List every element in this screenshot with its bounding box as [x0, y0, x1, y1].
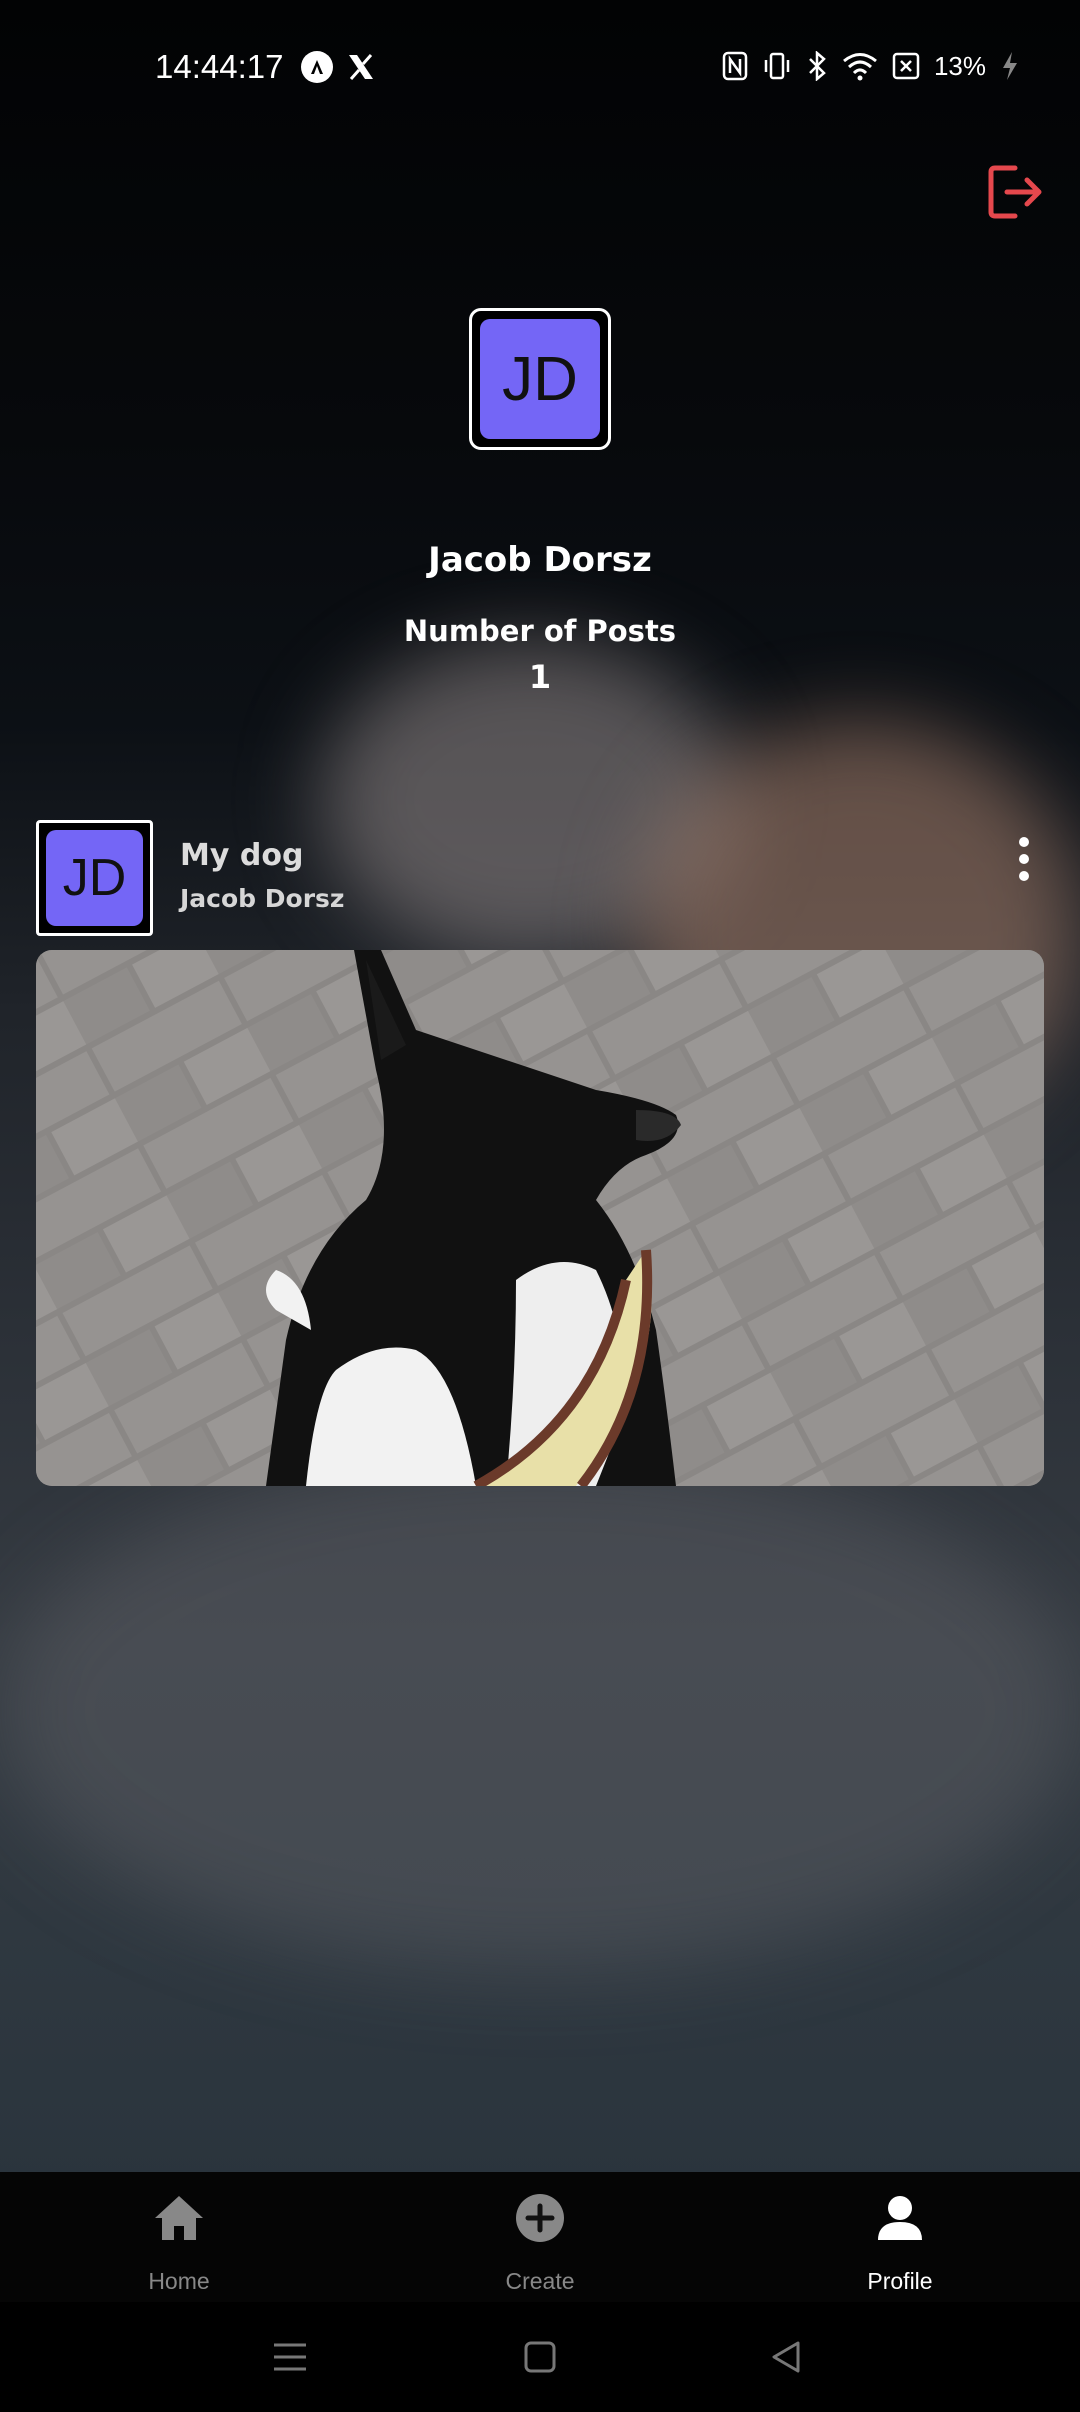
system-navigation-bar	[0, 2302, 1080, 2412]
no-sim-icon	[892, 52, 920, 80]
post-title: My dog	[180, 838, 304, 873]
status-bar: 14:44:17 13%	[0, 0, 1080, 138]
background-cloud	[0, 1450, 1080, 1970]
notification-app-icon	[301, 51, 333, 83]
profile-name: Jacob Dorsz	[428, 540, 652, 580]
home-icon	[155, 2196, 203, 2240]
post-author: Jacob Dorsz	[180, 884, 345, 913]
posts-count-value: 1	[528, 658, 552, 696]
post-author-avatar-initials: JD	[46, 830, 143, 926]
post-author-avatar: JD	[36, 820, 153, 936]
recent-apps-icon[interactable]	[270, 2337, 310, 2377]
nav-home[interactable]: Home	[79, 2172, 279, 2302]
x-app-icon	[349, 54, 373, 80]
bluetooth-icon	[809, 51, 826, 81]
wifi-icon	[843, 53, 877, 81]
bottom-navigation: Home Create Profile	[0, 2172, 1080, 2302]
nav-create[interactable]: Create	[440, 2172, 640, 2302]
status-indicators: 13%	[722, 50, 1020, 82]
nav-create-label: Create	[505, 2268, 575, 2294]
vibrate-icon	[764, 52, 790, 80]
nav-home-label: Home	[148, 2268, 210, 2294]
profile-avatar: JD	[469, 308, 611, 450]
logout-icon[interactable]	[985, 162, 1045, 222]
person-icon	[878, 2196, 922, 2240]
more-options-icon[interactable]	[1010, 833, 1038, 889]
home-button-icon[interactable]	[520, 2337, 560, 2377]
nav-profile-label: Profile	[867, 2268, 933, 2294]
plus-circle-icon	[516, 2194, 564, 2242]
battery-percentage: 13%	[933, 50, 986, 81]
post-image[interactable]	[36, 950, 1044, 1486]
battery-charging-icon	[1003, 52, 1017, 80]
profile-avatar-initials: JD	[480, 319, 600, 439]
nav-profile[interactable]: Profile	[800, 2172, 1000, 2302]
nfc-icon	[722, 51, 748, 81]
status-time: 14:44:17	[155, 48, 284, 85]
posts-count-label: Number of Posts	[403, 614, 677, 648]
back-icon[interactable]	[766, 2337, 806, 2377]
dog-photo	[36, 950, 1044, 1486]
